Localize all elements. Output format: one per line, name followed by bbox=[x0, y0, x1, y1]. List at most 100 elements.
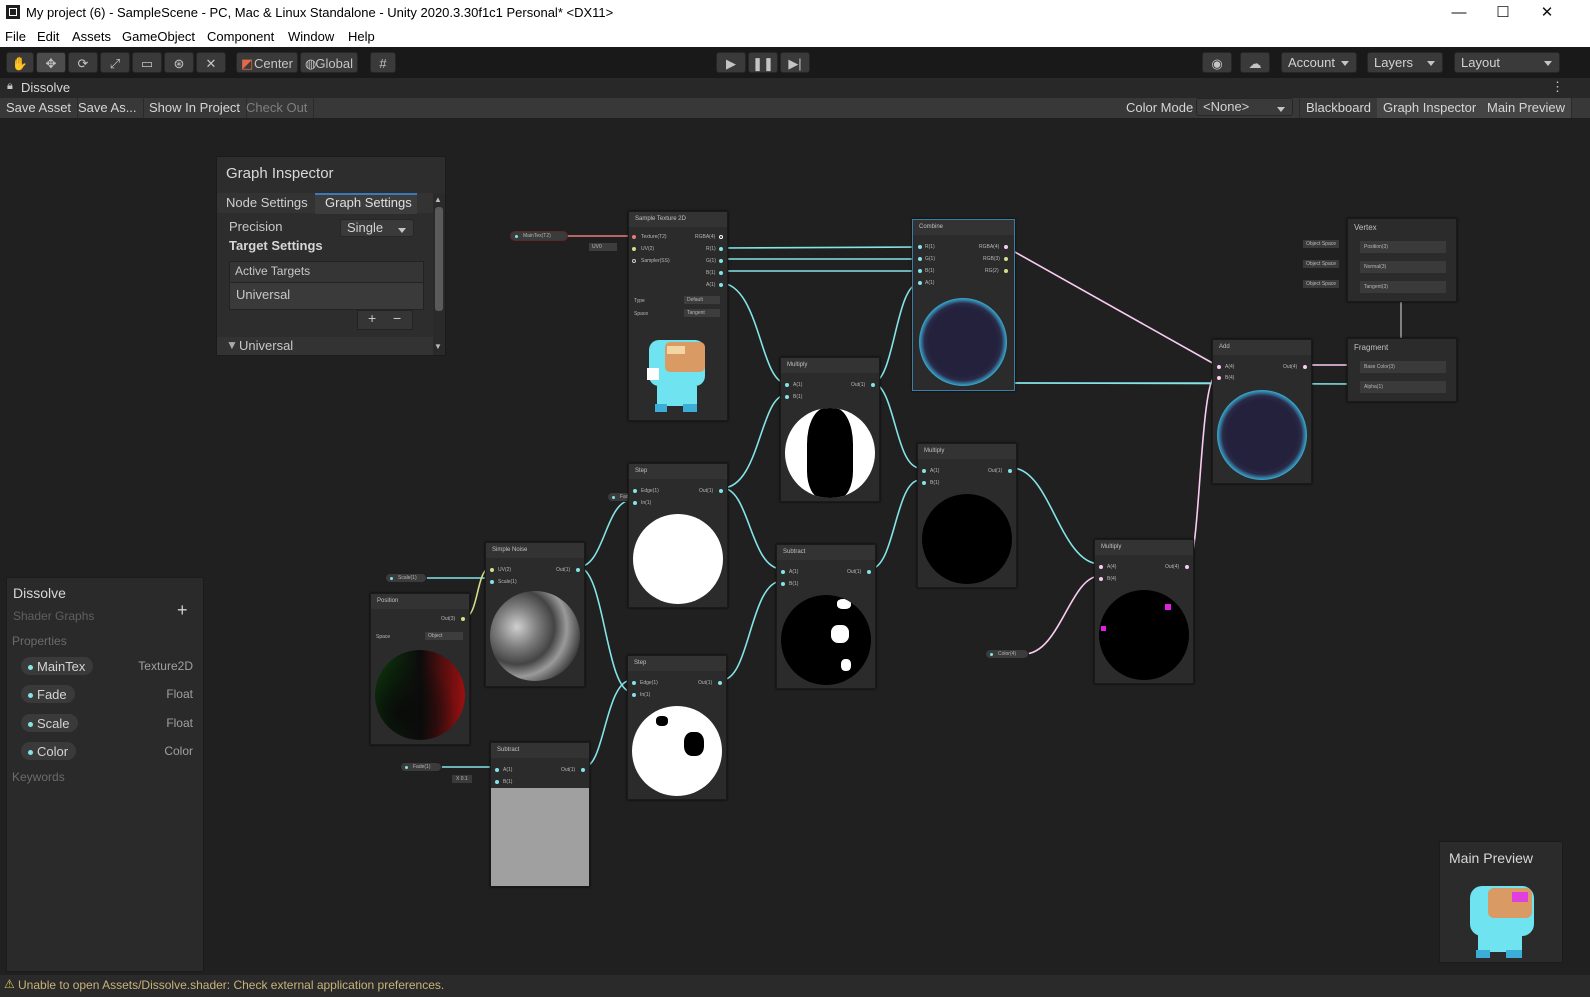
property-scale-pill[interactable]: Scale bbox=[20, 713, 79, 733]
move-tool-icon[interactable]: ✥ bbox=[36, 52, 66, 73]
subtract-b-value-field[interactable]: X 0.1 bbox=[452, 775, 472, 783]
port[interactable] bbox=[867, 570, 871, 574]
port[interactable] bbox=[918, 245, 922, 249]
port[interactable] bbox=[1185, 565, 1189, 569]
combine-node[interactable]: Combine R(1) G(1) B(1) A(1) RGBA(4) RGB(… bbox=[912, 219, 1015, 391]
step-node[interactable]: Step Edge(1) In(1) Out(1) bbox=[628, 463, 728, 608]
pause-button[interactable]: ❚❚ bbox=[748, 52, 778, 73]
scrollbar-thumb[interactable] bbox=[435, 207, 443, 311]
port[interactable] bbox=[495, 780, 499, 784]
port[interactable] bbox=[785, 395, 789, 399]
port[interactable] bbox=[918, 257, 922, 261]
close-button[interactable]: ✕ bbox=[1524, 0, 1570, 25]
maximize-button[interactable]: ☐ bbox=[1480, 0, 1526, 25]
save-as-button[interactable]: Save As... bbox=[72, 98, 144, 118]
port[interactable] bbox=[632, 235, 636, 239]
port[interactable] bbox=[781, 582, 785, 586]
port[interactable] bbox=[719, 259, 723, 263]
menu-help[interactable]: Help bbox=[348, 29, 375, 44]
step-node[interactable]: Step Edge(1) In(1) Out(1) bbox=[627, 655, 727, 800]
multiply-node[interactable]: Multiply A(1) B(1) Out(1) bbox=[917, 443, 1017, 588]
hand-tool-icon[interactable]: ✋ bbox=[6, 52, 34, 73]
port[interactable] bbox=[1008, 469, 1012, 473]
property-row[interactable]: Scale Float bbox=[15, 712, 199, 734]
custom-tool-icon[interactable]: ✕ bbox=[196, 52, 226, 73]
cloud-icon[interactable]: ☁ bbox=[1240, 52, 1270, 73]
rect-tool-icon[interactable]: ▭ bbox=[132, 52, 162, 73]
layout-dropdown[interactable]: Layout bbox=[1454, 52, 1560, 73]
window-tab-title[interactable]: Dissolve bbox=[21, 80, 70, 95]
add-target-button[interactable]: + bbox=[368, 310, 376, 326]
port[interactable] bbox=[922, 469, 926, 473]
port[interactable] bbox=[576, 568, 580, 572]
scroll-down-icon[interactable]: ▼ bbox=[434, 342, 442, 351]
port[interactable] bbox=[1217, 365, 1221, 369]
save-asset-button[interactable]: Save Asset bbox=[0, 98, 79, 118]
menu-gameobject[interactable]: GameObject bbox=[122, 29, 195, 44]
rotate-tool-icon[interactable]: ⟳ bbox=[68, 52, 98, 73]
port[interactable] bbox=[581, 768, 585, 772]
type-dropdown[interactable]: Default bbox=[684, 296, 720, 304]
port[interactable] bbox=[719, 489, 723, 493]
remove-target-button[interactable]: − bbox=[393, 310, 401, 326]
scale-tool-icon[interactable]: ⤢ bbox=[100, 52, 130, 73]
global-space-button[interactable]: ◍ Global bbox=[300, 52, 358, 73]
simple-noise-node[interactable]: Simple Noise UV(2) Scale(1) Out(1) bbox=[485, 542, 585, 687]
property-row[interactable]: Color Color bbox=[15, 740, 199, 762]
graph-inspector-toggle[interactable]: Graph Inspector bbox=[1377, 98, 1484, 118]
property-row[interactable]: MainTex Texture2D bbox=[15, 655, 199, 677]
port[interactable] bbox=[785, 383, 789, 387]
position-node[interactable]: Position Out(3) Space Object bbox=[370, 593, 470, 745]
port[interactable] bbox=[495, 768, 499, 772]
pivot-center-button[interactable]: ◩ Center bbox=[236, 52, 298, 73]
port[interactable] bbox=[1217, 376, 1221, 380]
account-dropdown[interactable]: Account bbox=[1281, 52, 1357, 73]
fragment-master-node[interactable]: Fragment Base Color(3) Alpha(1) bbox=[1347, 338, 1457, 402]
property-maintex-pill[interactable]: MainTex bbox=[20, 656, 95, 676]
add-property-button[interactable]: + bbox=[177, 600, 188, 621]
scale-property-node[interactable]: Scale(1) bbox=[385, 573, 427, 583]
tab-graph-settings[interactable]: Graph Settings bbox=[325, 195, 412, 210]
menu-edit[interactable]: Edit bbox=[37, 29, 59, 44]
minimize-button[interactable]: — bbox=[1436, 0, 1482, 25]
more-options-icon[interactable]: ⋮ bbox=[1551, 79, 1564, 95]
blackboard-toggle[interactable]: Blackboard bbox=[1299, 98, 1379, 118]
sample-texture-node[interactable]: Sample Texture 2D Texture(T2) UV(2) Samp… bbox=[628, 211, 728, 421]
port[interactable] bbox=[490, 580, 494, 584]
menu-window[interactable]: Window bbox=[288, 29, 334, 44]
port[interactable] bbox=[632, 681, 636, 685]
port[interactable] bbox=[1099, 577, 1103, 581]
port[interactable] bbox=[922, 481, 926, 485]
collab-icon[interactable]: ◉ bbox=[1202, 52, 1232, 73]
step-button[interactable]: ▶| bbox=[780, 52, 810, 73]
scroll-up-icon[interactable]: ▲ bbox=[434, 195, 442, 204]
port[interactable] bbox=[633, 489, 637, 493]
port[interactable] bbox=[719, 235, 723, 239]
space-dropdown[interactable]: Tangent bbox=[684, 309, 720, 317]
property-fade-pill[interactable]: Fade bbox=[20, 684, 76, 704]
port[interactable] bbox=[918, 281, 922, 285]
color-property-node[interactable]: Color(4) bbox=[985, 649, 1029, 659]
menu-component[interactable]: Component bbox=[207, 29, 274, 44]
port[interactable] bbox=[1099, 565, 1103, 569]
port[interactable] bbox=[1004, 245, 1008, 249]
lock-icon[interactable]: 🔒︎ bbox=[7, 80, 13, 93]
show-in-project-button[interactable]: Show In Project bbox=[143, 98, 248, 118]
menu-assets[interactable]: Assets bbox=[72, 29, 111, 44]
fade-property-node-2[interactable]: Fade(1) bbox=[400, 762, 442, 772]
port[interactable] bbox=[490, 568, 494, 572]
property-row[interactable]: Fade Float bbox=[15, 683, 199, 705]
play-button[interactable]: ▶ bbox=[716, 52, 746, 73]
property-color-pill[interactable]: Color bbox=[20, 741, 78, 761]
menu-file[interactable]: File bbox=[5, 29, 26, 44]
port[interactable] bbox=[719, 247, 723, 251]
tab-node-settings[interactable]: Node Settings bbox=[226, 195, 308, 210]
precision-dropdown[interactable]: Single bbox=[340, 219, 414, 237]
grid-snap-icon[interactable]: # bbox=[370, 52, 396, 73]
uv-dropdown[interactable]: UV0 bbox=[589, 243, 617, 251]
port[interactable] bbox=[1004, 269, 1008, 273]
port[interactable] bbox=[781, 570, 785, 574]
transform-tool-icon[interactable]: ⊛ bbox=[164, 52, 194, 73]
port[interactable] bbox=[719, 271, 723, 275]
port[interactable] bbox=[1303, 365, 1307, 369]
